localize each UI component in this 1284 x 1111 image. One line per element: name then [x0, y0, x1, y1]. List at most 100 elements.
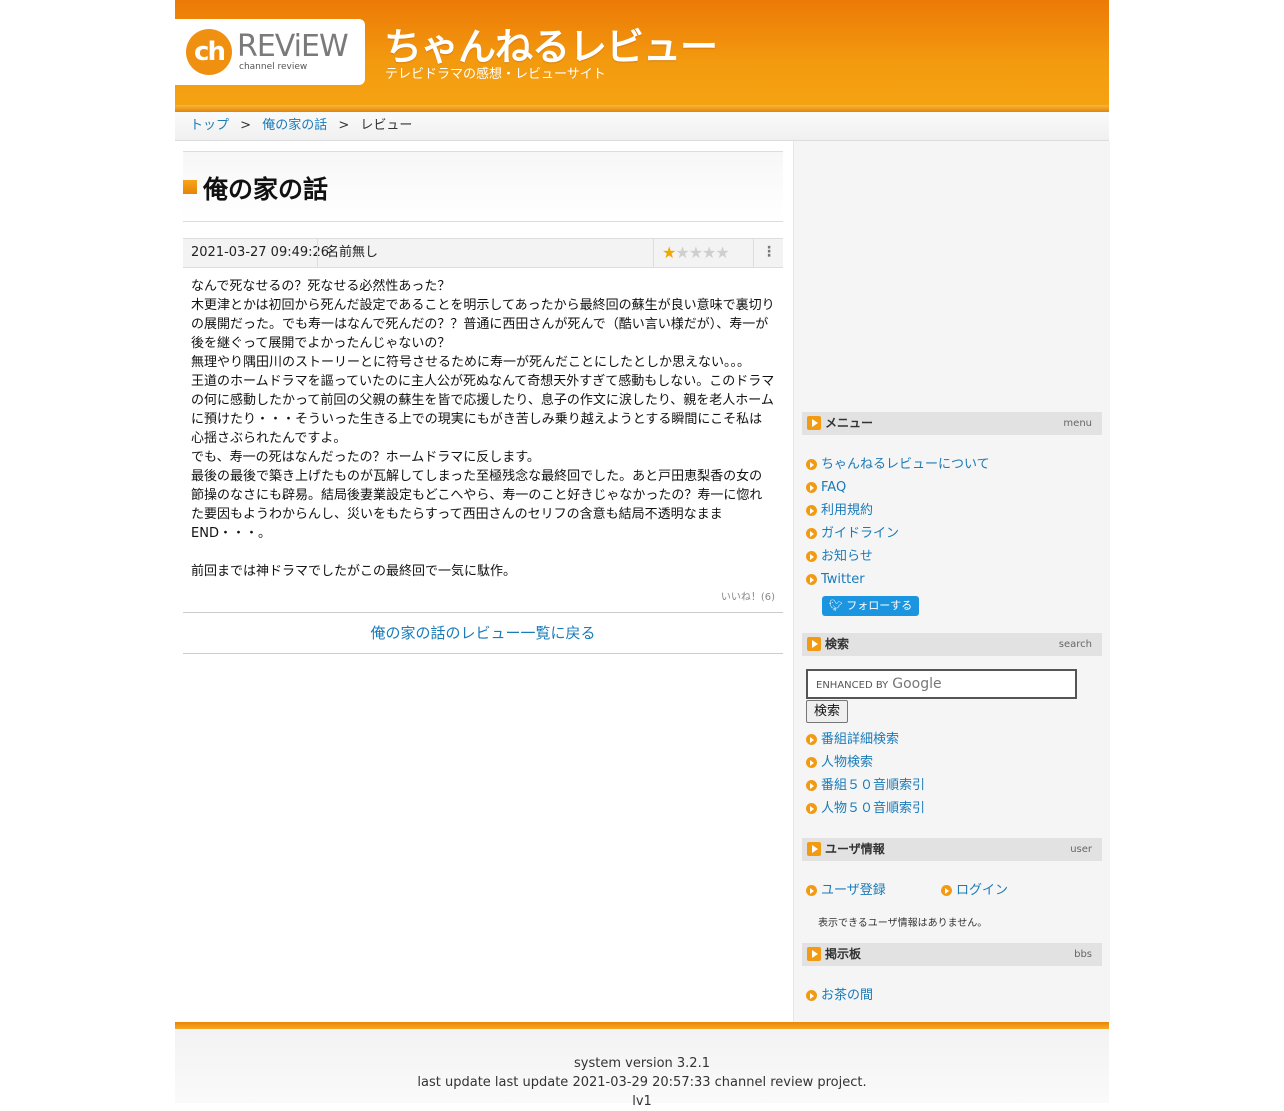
review-paragraph: 無理やり隅田川のストーリーとに符号させるために寿一が死んだことにしたとしか思えな…: [191, 355, 751, 370]
register-link[interactable]: ユーザ登録: [821, 883, 886, 898]
sidebar-search-list: 番組詳細検索 人物検索 番組５０音順索引 人物５０音順索引: [802, 728, 1102, 820]
sidebar-item-program-search[interactable]: 番組詳細検索: [802, 728, 1102, 751]
sidebar-item-label[interactable]: ガイドライン: [821, 526, 899, 541]
star-empty-icon: ★: [715, 243, 729, 262]
sidebar-item-faq[interactable]: FAQ: [802, 476, 1102, 499]
footer-last-update: last update last update 2021-03-29 20:57…: [417, 1075, 867, 1090]
sidebar-item-label[interactable]: お茶の間: [821, 988, 873, 1003]
page-title: 俺の家の話: [203, 175, 329, 204]
review-paragraph: 最後の最後で築き上げたものが瓦解してしまった至極残念な最終回でした。あと戸田恵梨…: [191, 469, 763, 541]
main-content: 俺の家の話 2021-03-27 09:49:26 名前無し ★★★★★ ⋮ な…: [183, 151, 783, 654]
sidebar-item-label[interactable]: ちゃんねるレビューについて: [821, 457, 990, 472]
back-box: 俺の家の話のレビュー一覧に戻る: [183, 612, 783, 654]
play-icon: [807, 637, 821, 651]
sidebar-item-person-index[interactable]: 人物５０音順索引: [802, 797, 1102, 820]
breadcrumb-separator: >: [338, 118, 350, 133]
sidebar-item-label[interactable]: 人物５０音順索引: [821, 801, 925, 816]
sidebar-item-guidelines[interactable]: ガイドライン: [802, 522, 1102, 545]
bullet-arrow-icon: [941, 885, 952, 896]
login-link[interactable]: ログイン: [956, 883, 1008, 898]
review-paragraph: 前回までは神ドラマでしたがこの最終回で一気に駄作。: [191, 564, 517, 579]
sidebar-item-ochanoma[interactable]: お茶の間: [802, 984, 1102, 1007]
play-icon: [807, 947, 821, 961]
sidebar-item-terms[interactable]: 利用規約: [802, 499, 1102, 522]
breadcrumb-separator: >: [240, 118, 252, 133]
site-logo[interactable]: ch REViEW channel review: [175, 19, 365, 85]
sidebar-item-label[interactable]: 人物検索: [821, 755, 873, 770]
star-filled-icon: ★: [662, 243, 676, 262]
breadcrumb-program[interactable]: 俺の家の話: [262, 118, 327, 133]
bullet-arrow-icon: [806, 528, 817, 539]
user-info-note: 表示できるユーザ情報はありません。: [818, 918, 988, 929]
review-menu-icon[interactable]: ⋮: [753, 239, 784, 267]
header-strip: [175, 105, 1109, 112]
sidebar-item-news[interactable]: お知らせ: [802, 545, 1102, 568]
sidebar-bbs-header: 掲示板 bbs: [802, 943, 1102, 966]
bullet-arrow-icon: [806, 574, 817, 585]
bullet-arrow-icon: [806, 505, 817, 516]
review-paragraph: 王道のホームドラマを謳っていたのに主人公が死ぬなんて奇想天外すぎて感動もしない。…: [191, 374, 775, 446]
login-link-item[interactable]: ログイン: [937, 879, 1087, 902]
star-empty-icon: ★: [702, 243, 716, 262]
sidebar-item-twitter[interactable]: Twitter: [802, 568, 1102, 591]
sidebar-bbs-title: 掲示板: [825, 947, 862, 961]
logo-subtitle: channel review: [239, 62, 308, 72]
twitter-follow-button[interactable]: 🐦︎ フォローする: [822, 596, 919, 616]
review-paragraph: 木更津とかは初回から死んだ設定であることを明示してあったから最終回の蘇生が良い意…: [191, 298, 775, 351]
sidebar-search-section: 検索 search ENHANCED BY Google 検索 番組詳細検索 人物…: [802, 633, 1102, 820]
sidebar-item-label[interactable]: 利用規約: [821, 503, 873, 518]
sidebar-menu-section: メニュー menu ちゃんねるレビューについて FAQ 利用規約 ガイドライン …: [802, 412, 1102, 616]
sidebar-item-label[interactable]: Twitter: [821, 572, 865, 587]
sidebar-item-label[interactable]: FAQ: [821, 480, 846, 495]
bullet-arrow-icon: [806, 551, 817, 562]
bullet-arrow-icon: [806, 803, 817, 814]
star-empty-icon: ★: [688, 243, 703, 262]
sidebar-menu-header: メニュー menu: [802, 412, 1102, 435]
review-paragraph: なんで死なせるの？死なせる必然性あった？: [191, 279, 451, 294]
sidebar-item-label[interactable]: 番組５０音順索引: [821, 778, 925, 793]
star-empty-icon: ★: [675, 243, 689, 262]
search-placeholder: ENHANCED BY: [816, 680, 889, 691]
title-marker-icon: [183, 180, 197, 194]
sidebar-bbs-list: お茶の間: [802, 984, 1102, 1007]
sidebar-user-title: ユーザ情報: [825, 842, 885, 856]
search-button[interactable]: 検索: [806, 700, 848, 723]
search-input[interactable]: ENHANCED BY Google: [806, 669, 1077, 699]
sidebar-menu-en: menu: [1063, 418, 1092, 429]
review-author: 名前無し: [317, 239, 378, 267]
sidebar-search-title: 検索: [825, 637, 850, 651]
review-header: 2021-03-27 09:49:26 名前無し ★★★★★ ⋮: [183, 238, 783, 268]
site-header: ch REViEW channel review ちゃんねるレビュー テレビドラ…: [175, 0, 1109, 112]
search-form: ENHANCED BY Google 検索: [802, 669, 1102, 727]
user-links: ユーザ登録 ログイン: [802, 879, 1102, 902]
sidebar-user-section: ユーザ情報 user ユーザ登録 ログイン 表示できるユーザ情報はありません。: [802, 838, 1102, 929]
footer-level: lv1: [632, 1094, 652, 1109]
sidebar-item-person-search[interactable]: 人物検索: [802, 751, 1102, 774]
site-footer: system version 3.2.1 last update last up…: [175, 1022, 1109, 1109]
breadcrumb-top[interactable]: トップ: [190, 118, 229, 133]
sidebar: メニュー menu ちゃんねるレビューについて FAQ 利用規約 ガイドライン …: [793, 141, 1110, 1023]
sidebar-user-en: user: [1070, 844, 1092, 855]
review-date: 2021-03-27 09:49:26: [191, 245, 330, 260]
review-paragraph: でも、寿一の死はなんだったの？ホームドラマに反します。: [191, 450, 540, 465]
sidebar-user-header: ユーザ情報 user: [802, 838, 1102, 861]
bullet-arrow-icon: [806, 780, 817, 791]
register-link-item[interactable]: ユーザ登録: [802, 879, 937, 902]
footer-strip: [175, 1022, 1109, 1029]
bullet-arrow-icon: [806, 459, 817, 470]
sidebar-item-label[interactable]: 番組詳細検索: [821, 732, 899, 747]
sidebar-bbs-section: 掲示板 bbs お茶の間: [802, 943, 1102, 1007]
sidebar-item-about[interactable]: ちゃんねるレビューについて: [802, 453, 1102, 476]
sidebar-item-label[interactable]: お知らせ: [821, 549, 873, 564]
like-button[interactable]: いいね！(6): [183, 581, 783, 604]
sidebar-item-program-index[interactable]: 番組５０音順索引: [802, 774, 1102, 797]
bullet-arrow-icon: [806, 734, 817, 745]
back-to-reviews-link[interactable]: 俺の家の話のレビュー一覧に戻る: [370, 624, 595, 642]
bullet-arrow-icon: [806, 885, 817, 896]
sidebar-search-en: search: [1058, 639, 1092, 650]
review-body: なんで死なせるの？死なせる必然性あった？ 木更津とかは初回から死んだ設定であるこ…: [183, 268, 783, 581]
sidebar-menu-list: ちゃんねるレビューについて FAQ 利用規約 ガイドライン お知らせ Twitt…: [802, 453, 1102, 591]
follow-button-label: フォローする: [846, 599, 913, 612]
sidebar-search-header: 検索 search: [802, 633, 1102, 656]
